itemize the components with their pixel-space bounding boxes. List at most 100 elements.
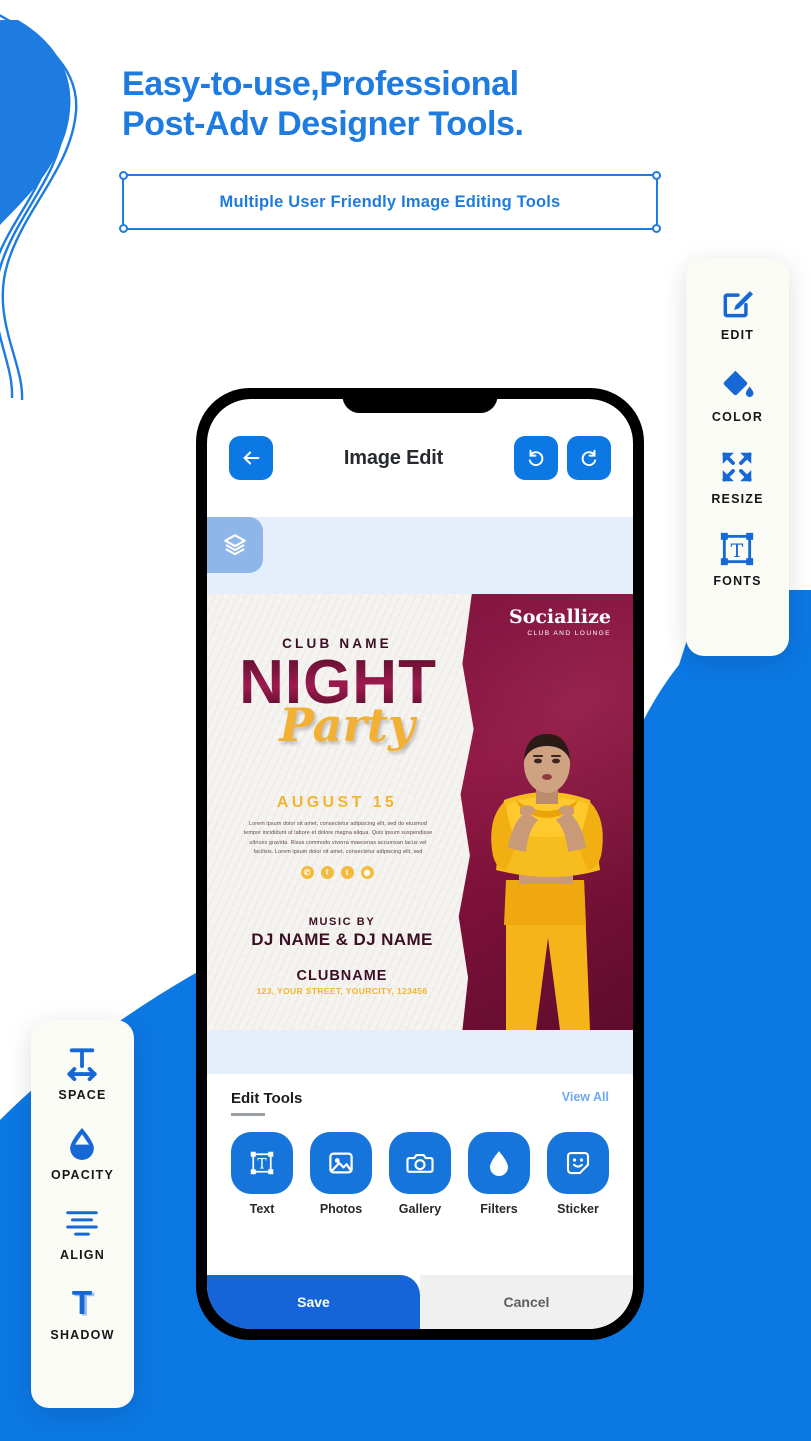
edit-tool-photos-button[interactable] xyxy=(310,1131,372,1194)
edit-tool-gallery-button[interactable] xyxy=(389,1131,451,1194)
page-title: Image Edit xyxy=(343,446,444,469)
twitter-icon: t xyxy=(340,866,354,879)
svg-text:T: T xyxy=(257,1156,267,1172)
font-text-box-icon: T xyxy=(721,532,754,566)
layers-bar xyxy=(207,517,633,594)
edit-tool-gallery[interactable]: Gallery xyxy=(389,1131,451,1216)
save-button[interactable]: Save xyxy=(207,1275,420,1329)
tool-resize[interactable]: RESIZE xyxy=(711,448,763,506)
text-spacing-icon xyxy=(67,1048,98,1082)
poster-brand: Sociallize CLUB AND LOUNGE xyxy=(508,606,611,638)
app-header: Image Edit xyxy=(207,399,633,517)
droplet-icon xyxy=(490,1150,508,1176)
selection-handle-bottom-left[interactable] xyxy=(119,224,128,233)
poster-text-layers: Sociallize CLUB AND LOUNGE CLUB NAME NIG… xyxy=(207,594,633,1030)
image-icon xyxy=(329,1152,353,1173)
tools-divider-band xyxy=(207,1030,633,1074)
poster-address: 123, YOUR STREET, YOURCITY, 123456 xyxy=(256,986,428,996)
sticker-smiley-icon xyxy=(566,1151,590,1174)
poster-canvas[interactable]: Sociallize CLUB AND LOUNGE CLUB NAME NIG… xyxy=(207,594,633,1030)
edit-tool-text[interactable]: T Text xyxy=(231,1131,293,1216)
tool-color-label: COLOR xyxy=(711,410,764,424)
tool-opacity-label: OPACITY xyxy=(50,1168,115,1182)
edit-pencil-icon xyxy=(723,291,753,318)
edit-tool-sticker-button[interactable] xyxy=(547,1131,609,1194)
poster-brand-name: Sociallize xyxy=(508,606,611,628)
tool-edit[interactable]: EDIT xyxy=(719,284,757,342)
poster-dj-names: DJ NAME & DJ NAME xyxy=(251,930,433,949)
tool-resize-label: RESIZE xyxy=(711,492,764,506)
tagline-text: Multiple User Friendly Image Editing Too… xyxy=(219,192,561,211)
poster-date: AUGUST 15 xyxy=(276,794,398,811)
edit-tool-filters-label: Filters xyxy=(480,1201,518,1216)
poster-social-row: ✆ f t ◉ xyxy=(237,866,437,879)
headline-line-1: Easy-to-use,Professional xyxy=(122,65,519,103)
tool-color[interactable]: COLOR xyxy=(712,366,763,424)
tool-opacity[interactable]: OPACITY xyxy=(51,1124,114,1182)
edit-tool-photos[interactable]: Photos xyxy=(310,1131,372,1216)
poster-title-script: Party xyxy=(279,698,415,752)
phone-mockup: Image Edit Sociallize CLUB AND LOUNGE CL… xyxy=(196,388,644,1340)
edit-tools-title: Edit Tools xyxy=(231,1090,303,1107)
align-lines-icon xyxy=(66,1211,99,1236)
headline-line-2: Post-Adv Designer Tools. xyxy=(122,105,524,144)
phone-screen: Image Edit Sociallize CLUB AND LOUNGE CL… xyxy=(207,399,633,1329)
edit-tool-text-button[interactable]: T xyxy=(231,1131,293,1194)
tool-fonts[interactable]: T FONTS xyxy=(713,530,761,588)
undo-icon xyxy=(528,449,544,467)
tool-edit-label: EDIT xyxy=(720,328,755,342)
tool-shadow[interactable]: T T SHADOW xyxy=(50,1284,114,1342)
poster-music-by-label: MUSIC BY xyxy=(308,916,376,928)
back-button[interactable] xyxy=(229,436,273,480)
edit-tools-section: Edit Tools View All T Text Photos Galler… xyxy=(207,1074,633,1216)
redo-button[interactable] xyxy=(567,436,611,480)
bottom-actions: Save Cancel xyxy=(207,1275,633,1329)
edit-tool-photos-label: Photos xyxy=(319,1201,363,1216)
tool-align[interactable]: ALIGN xyxy=(60,1204,105,1262)
right-tool-panel: EDIT COLOR RESIZE T FONTS xyxy=(686,258,789,656)
edit-tool-filters-button[interactable] xyxy=(468,1131,530,1194)
edit-tools-title-wrap: Edit Tools xyxy=(231,1090,302,1116)
left-tool-panel: SPACE OPACITY ALIGN T T SHADOW xyxy=(31,1020,134,1408)
page-headline: Easy-to-use,Professional Post-Adv Design… xyxy=(122,64,722,144)
whatsapp-icon: ✆ xyxy=(300,866,314,879)
facebook-icon: f xyxy=(320,866,334,879)
text-shadow-icon: T T xyxy=(72,1285,95,1322)
edit-tool-sticker[interactable]: Sticker xyxy=(547,1131,609,1216)
redo-icon xyxy=(581,449,597,467)
tool-shadow-label: SHADOW xyxy=(50,1328,115,1342)
camera-icon xyxy=(406,1153,434,1173)
edit-tools-header: Edit Tools View All xyxy=(231,1090,609,1116)
svg-text:T: T xyxy=(731,540,744,562)
edit-tools-row: T Text Photos Gallery Filters Sticker xyxy=(231,1131,609,1216)
poster-brand-sub: CLUB AND LOUNGE xyxy=(527,630,611,637)
edit-tool-text-label: Text xyxy=(249,1201,275,1216)
title-underline xyxy=(231,1113,265,1116)
selection-handle-bottom-right[interactable] xyxy=(652,224,661,233)
tool-align-label: ALIGN xyxy=(60,1248,105,1262)
resize-arrows-icon xyxy=(722,452,753,482)
text-box-icon: T xyxy=(250,1151,274,1174)
svg-text:T: T xyxy=(72,1285,92,1322)
phone-notch xyxy=(342,388,498,413)
layers-stack-icon xyxy=(224,534,246,556)
tool-space[interactable]: SPACE xyxy=(58,1044,106,1102)
paint-bucket-icon xyxy=(724,370,754,398)
selection-handle-top-left[interactable] xyxy=(119,171,128,180)
back-arrow-icon xyxy=(243,451,260,465)
edit-tool-filters[interactable]: Filters xyxy=(468,1131,530,1216)
tool-fonts-label: FONTS xyxy=(713,574,762,588)
cancel-button[interactable]: Cancel xyxy=(420,1275,633,1329)
selection-handle-top-right[interactable] xyxy=(652,171,661,180)
poster-body-text: Lorem ipsum dolor sit amet, consectetur … xyxy=(243,821,433,856)
view-all-link[interactable]: View All xyxy=(562,1090,609,1104)
tagline-box: Multiple User Friendly Image Editing Too… xyxy=(119,171,661,233)
edit-tool-sticker-label: Sticker xyxy=(557,1201,599,1216)
page-stage: Easy-to-use,Professional Post-Adv Design… xyxy=(0,0,811,1441)
opacity-droplet-icon xyxy=(70,1127,95,1160)
poster-venue: CLUBNAME xyxy=(296,968,388,984)
layers-button[interactable] xyxy=(207,517,263,573)
header-actions xyxy=(514,436,611,480)
undo-button[interactable] xyxy=(514,436,558,480)
instagram-icon: ◉ xyxy=(360,866,374,879)
